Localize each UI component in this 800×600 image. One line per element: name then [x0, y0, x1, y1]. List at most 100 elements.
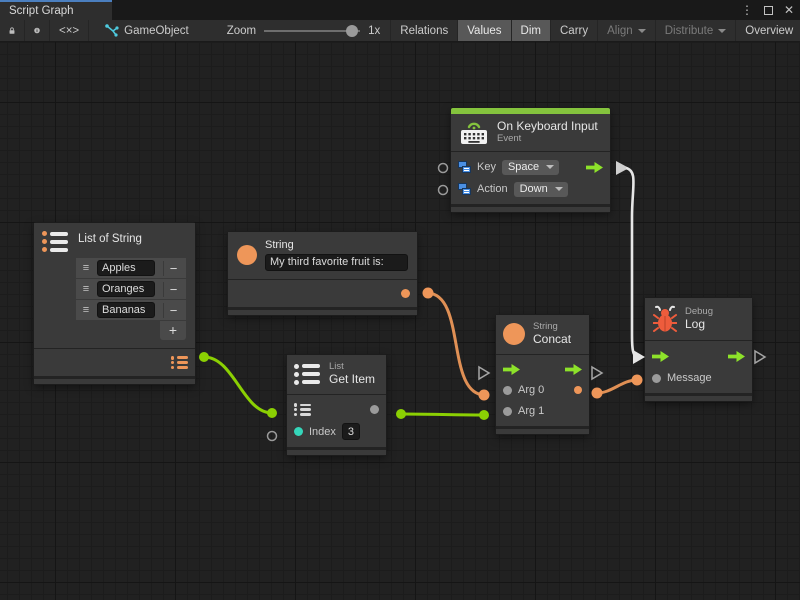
drag-handle-icon[interactable]: ≡	[79, 304, 93, 316]
zoom-slider-handle[interactable]	[346, 25, 358, 37]
info-button[interactable]	[25, 20, 50, 41]
remove-item-button[interactable]: −	[163, 303, 183, 318]
enum-icon	[458, 161, 471, 173]
string-list-editor: ≡ − ≡ − ≡ − +	[76, 258, 186, 340]
node-footer	[451, 204, 610, 212]
add-item-button[interactable]: +	[160, 321, 186, 340]
string-wire	[428, 293, 484, 395]
maximize-icon[interactable]	[764, 6, 773, 15]
index-input-port[interactable]	[294, 427, 303, 436]
port-row-flow	[645, 345, 752, 367]
arg1-label: Arg 1	[518, 405, 544, 417]
list-item-input[interactable]	[97, 260, 155, 276]
key-dropdown[interactable]: Space	[502, 160, 559, 175]
info-icon	[34, 24, 40, 37]
trigger-input-port[interactable]	[652, 351, 669, 362]
graph-icon	[105, 24, 119, 37]
result-output-port[interactable]	[574, 386, 582, 394]
unconnected-port-hint-circle[interactable]	[439, 186, 448, 195]
node-log[interactable]: Debug Log Message	[645, 298, 752, 401]
list-item-row: ≡ −	[76, 279, 186, 300]
node-get-item[interactable]: List Get Item Index	[287, 355, 386, 455]
unconnected-port-hint-triangle[interactable]	[592, 367, 602, 379]
drag-handle-icon[interactable]: ≡	[79, 262, 93, 274]
port-row-arg0: Arg 0	[496, 380, 589, 401]
gameobject-context[interactable]: GameObject	[89, 20, 199, 41]
list-output-port[interactable]	[171, 356, 188, 369]
values-toggle[interactable]: Values	[458, 20, 511, 41]
port-row-list-input	[287, 399, 386, 421]
remove-item-button[interactable]: −	[163, 261, 183, 276]
string-value-input[interactable]	[265, 254, 408, 271]
carry-toggle[interactable]: Carry	[551, 20, 598, 41]
list-item-row: ≡ −	[76, 300, 186, 321]
node-concat[interactable]: String Concat Arg 0 Arg 1	[496, 315, 589, 434]
carry-label: Carry	[560, 25, 588, 37]
graph-toolbar: <×> GameObject Zoom 1x Relations Values …	[0, 20, 800, 42]
item-output-port[interactable]	[370, 405, 379, 414]
close-icon[interactable]: ✕	[784, 4, 794, 16]
index-label: Index	[309, 426, 336, 438]
string-output-port[interactable]	[401, 289, 410, 298]
tab-bar: Script Graph ⋮ ✕	[0, 0, 800, 20]
overview-label: Overview	[745, 25, 793, 37]
node-title: String	[265, 239, 411, 252]
port-row-index: Index	[287, 421, 386, 443]
port-row-message: Message	[645, 367, 752, 389]
kebab-menu-icon[interactable]: ⋮	[741, 4, 753, 16]
node-string-literal[interactable]: String	[228, 232, 417, 315]
relations-label: Relations	[400, 25, 448, 37]
list-item-input[interactable]	[97, 281, 155, 297]
message-input-port[interactable]	[652, 374, 661, 383]
node-list-of-string[interactable]: List of String ≡ − ≡ − ≡	[34, 223, 195, 384]
graph-canvas[interactable]: On Keyboard Input Event Key Space	[0, 42, 800, 600]
unconnected-port-hint-circle[interactable]	[439, 164, 448, 173]
node-footer	[34, 376, 195, 384]
chevron-down-icon	[638, 29, 646, 33]
code-preview-button[interactable]: <×>	[50, 20, 89, 41]
relations-toggle[interactable]: Relations	[391, 20, 458, 41]
trigger-output-port[interactable]	[565, 364, 582, 375]
align-dropdown[interactable]: Align	[598, 20, 656, 41]
action-label: Action	[477, 183, 508, 195]
chevron-down-icon	[718, 29, 726, 33]
arg0-label: Arg 0	[518, 384, 544, 396]
lock-icon	[9, 24, 15, 37]
list-wire	[204, 357, 272, 413]
action-value: Down	[520, 183, 548, 195]
enum-icon	[458, 183, 471, 195]
index-input[interactable]	[342, 423, 360, 440]
trigger-input-port[interactable]	[503, 364, 520, 375]
trigger-output-port[interactable]	[586, 162, 603, 173]
unconnected-port-hint-circle[interactable]	[268, 432, 277, 441]
list-item-input[interactable]	[97, 302, 155, 318]
control-wire	[626, 168, 638, 357]
unconnected-port-hint-triangle[interactable]	[479, 367, 489, 379]
tab-script-graph[interactable]: Script Graph	[0, 0, 112, 20]
zoom-slider[interactable]	[264, 24, 360, 38]
node-title: Get Item	[329, 373, 375, 387]
distribute-dropdown[interactable]: Distribute	[656, 20, 737, 41]
trigger-output-port[interactable]	[728, 351, 745, 362]
unconnected-port-hint-triangle[interactable]	[755, 351, 765, 363]
lock-button[interactable]	[0, 20, 25, 41]
arg1-input-port[interactable]	[503, 407, 512, 416]
unity-visual-scripting-window: Script Graph ⋮ ✕ <×>	[0, 0, 800, 600]
arg0-input-port[interactable]	[503, 386, 512, 395]
zoom-label: Zoom	[227, 25, 256, 37]
control-wire-start-arrow	[616, 161, 629, 175]
list-input-port[interactable]	[294, 403, 311, 416]
dim-toggle[interactable]: Dim	[512, 20, 551, 41]
result-wire	[597, 380, 637, 393]
tab-title: Script Graph	[9, 5, 74, 17]
overview-button[interactable]: Overview	[736, 20, 800, 41]
action-dropdown[interactable]: Down	[514, 182, 568, 197]
keyboard-icon	[459, 120, 489, 145]
node-footer	[228, 307, 417, 315]
node-footer	[645, 393, 752, 401]
remove-item-button[interactable]: −	[163, 282, 183, 297]
node-on-keyboard-input[interactable]: On Keyboard Input Event Key Space	[451, 108, 610, 212]
drag-handle-icon[interactable]: ≡	[79, 283, 93, 295]
item-wire	[401, 414, 484, 415]
node-title: On Keyboard Input	[497, 120, 598, 134]
